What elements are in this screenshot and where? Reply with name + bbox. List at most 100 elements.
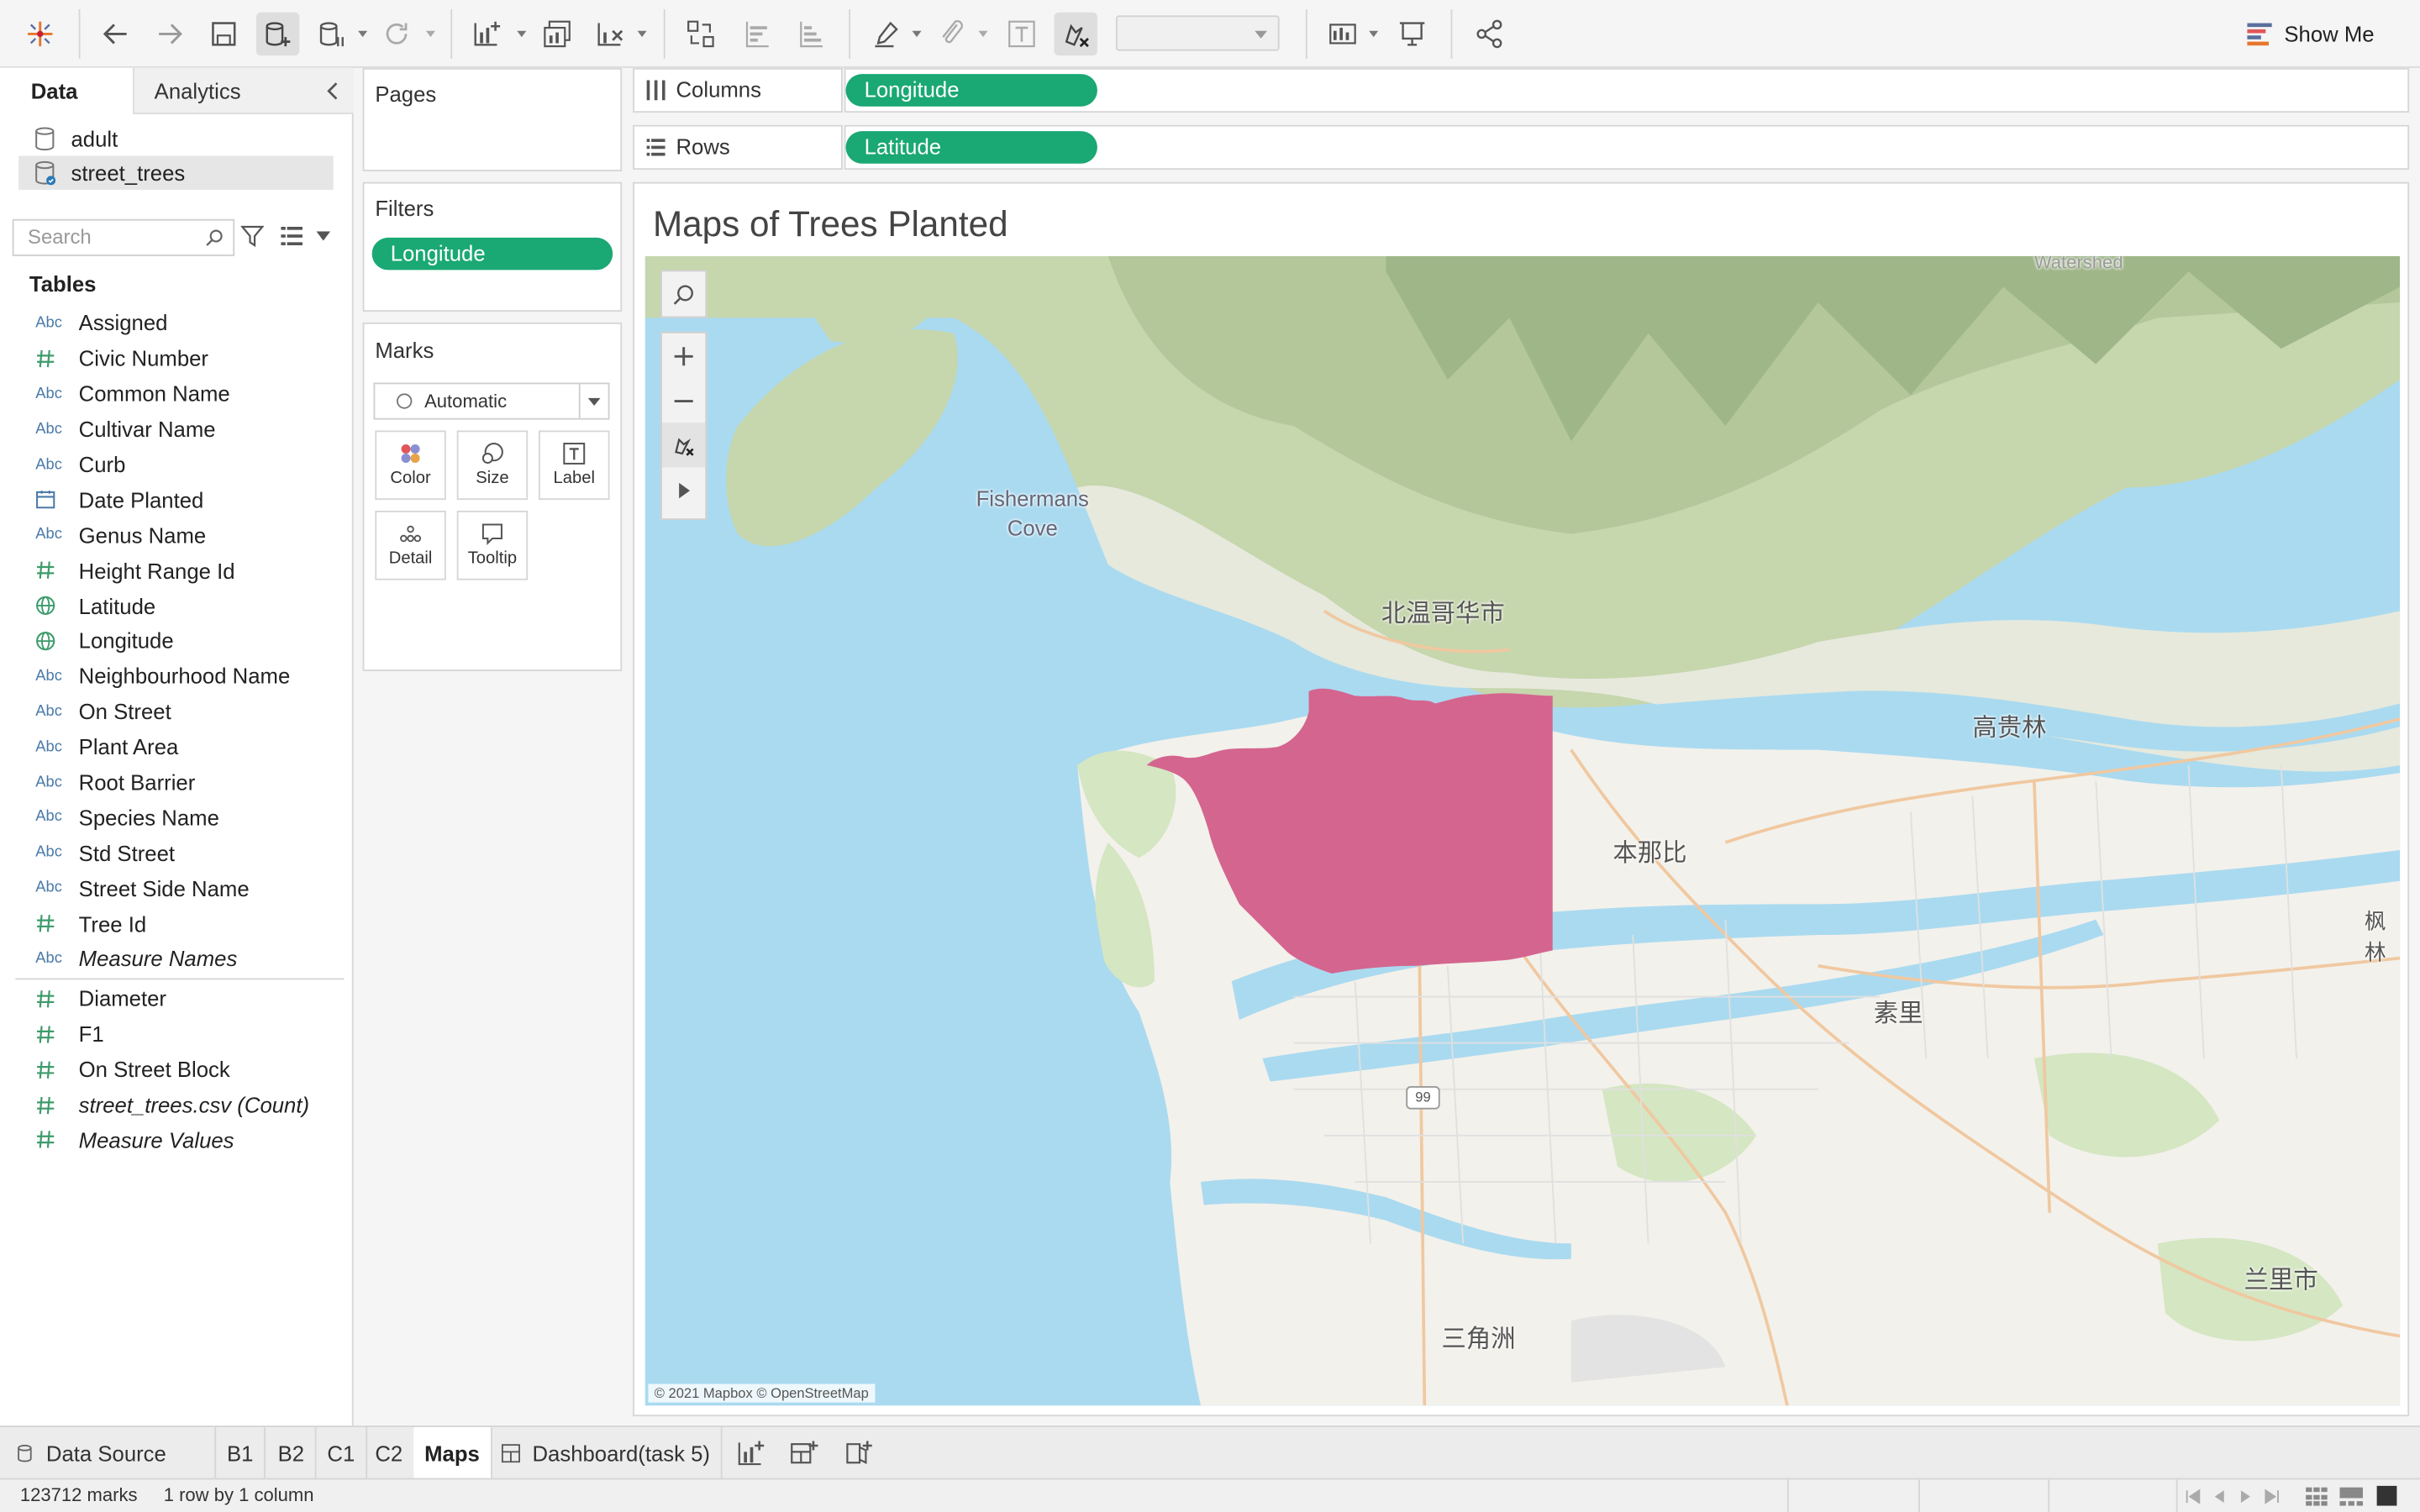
field-street-side-name[interactable]: Abc Street Side Name (0, 870, 354, 906)
map-attribution[interactable]: © 2021 Mapbox © OpenStreetMap (648, 1383, 876, 1403)
undo-icon[interactable] (94, 13, 137, 55)
zoom-out-button[interactable] (662, 378, 705, 423)
presentation-mode-icon[interactable] (1391, 13, 1434, 55)
new-dashboard-icon[interactable] (789, 1438, 820, 1469)
map-search-button[interactable] (662, 271, 705, 316)
share-icon[interactable] (1468, 13, 1511, 55)
new-story-icon[interactable] (843, 1438, 874, 1469)
tab-sheet-maps[interactable]: Maps (413, 1426, 492, 1480)
tab-sheet-b2[interactable]: B2 (267, 1426, 317, 1480)
field-height-range-id[interactable]: Height Range Id (0, 553, 354, 588)
new-worksheet-icon[interactable] (734, 1438, 765, 1469)
first-sheet-icon[interactable] (2186, 1488, 2201, 1504)
tab-analytics[interactable]: Analytics (132, 67, 354, 114)
field-latitude[interactable]: Latitude (0, 588, 354, 623)
view-list-icon[interactable] (281, 227, 304, 246)
color-button[interactable]: Color (375, 430, 446, 501)
field-date-planted[interactable]: Date Planted (0, 482, 354, 517)
show-filmstrip-icon[interactable] (2339, 1487, 2364, 1506)
chevron-down-icon[interactable] (424, 28, 437, 40)
filter-pill-longitude[interactable]: Longitude (371, 237, 613, 270)
columns-drop-zone[interactable]: Longitude (844, 67, 2410, 113)
field-measure-names[interactable]: Abc Measure Names (0, 941, 354, 976)
field-assigned[interactable]: Abc Assigned (0, 306, 354, 341)
expand-toolbar-button[interactable] (662, 468, 705, 512)
field-std-street[interactable]: Abc Std Street (0, 835, 354, 870)
chevron-down-icon[interactable] (316, 231, 331, 243)
reset-map-button[interactable] (661, 423, 706, 468)
new-data-source-icon[interactable] (255, 12, 300, 56)
new-worksheet-icon[interactable] (465, 13, 508, 55)
map-search-control[interactable] (660, 270, 708, 318)
show-sheet-sorter-icon[interactable] (2306, 1487, 2328, 1506)
chevron-down-icon[interactable] (636, 28, 649, 40)
last-sheet-icon[interactable] (2264, 1488, 2279, 1504)
field-neighbourhood-name[interactable]: Abc Neighbourhood Name (0, 659, 354, 694)
search-input[interactable]: Search (12, 218, 235, 256)
zoom-in-button[interactable] (662, 333, 705, 378)
chevron-down-icon[interactable] (1367, 28, 1380, 40)
datasource-adult[interactable]: adult (18, 122, 334, 155)
field-tree-id[interactable]: Tree Id (0, 906, 354, 941)
field-on-street[interactable]: Abc On Street (0, 694, 354, 729)
show-cards-icon[interactable] (1321, 13, 1364, 55)
tab-sheet-c1[interactable]: C1 (317, 1426, 367, 1480)
swap-rows-columns-icon[interactable] (679, 13, 722, 55)
field-on-street-block[interactable]: On Street Block (0, 1052, 354, 1087)
tableau-logo-icon[interactable] (18, 13, 61, 55)
field-species-name[interactable]: Abc Species Name (0, 800, 354, 835)
show-me-button[interactable]: Show Me (2247, 18, 2375, 50)
field-curb[interactable]: Abc Curb (0, 447, 354, 482)
refresh-icon[interactable] (375, 13, 418, 55)
show-tabs-icon[interactable] (2376, 1485, 2397, 1506)
tab-sheet-b1[interactable]: B1 (216, 1426, 266, 1480)
field-root-barrier[interactable]: Abc Root Barrier (0, 764, 354, 800)
chevron-down-icon[interactable] (515, 28, 528, 40)
tab-sheet-c2[interactable]: C2 (364, 1426, 415, 1480)
previous-sheet-icon[interactable] (2212, 1488, 2227, 1504)
sort-ascending-icon[interactable] (734, 13, 777, 55)
sort-descending-icon[interactable] (789, 13, 832, 55)
chevron-down-icon[interactable] (911, 28, 923, 40)
chevron-down-icon[interactable] (356, 28, 369, 40)
field-plant-area[interactable]: Abc Plant Area (0, 729, 354, 764)
duplicate-sheet-icon[interactable] (535, 13, 578, 55)
save-icon[interactable] (203, 13, 245, 55)
field-cultivar-name[interactable]: Abc Cultivar Name (0, 412, 354, 447)
pause-updates-icon[interactable] (310, 13, 353, 55)
group-members-icon[interactable] (931, 13, 974, 55)
chevron-down-icon[interactable] (977, 28, 990, 40)
pages-card[interactable]: Pages (362, 67, 623, 171)
columns-pill-longitude[interactable]: Longitude (845, 74, 1097, 107)
tooltip-button[interactable]: Tooltip (456, 510, 529, 580)
field-f1[interactable]: F1 (0, 1016, 354, 1052)
field-measure-values[interactable]: Measure Values (0, 1122, 354, 1158)
field-genus-name[interactable]: Abc Genus Name (0, 517, 354, 553)
collapse-pane-icon[interactable] (324, 81, 343, 102)
field-street-trees-csv-count[interactable]: street_trees.csv (Count) (0, 1087, 354, 1122)
tab-dashboard-task5[interactable]: Dashboard(task 5) (491, 1426, 723, 1480)
tab-data[interactable]: Data (0, 67, 133, 114)
fix-axes-icon[interactable] (1054, 12, 1097, 56)
view-title[interactable]: Maps of Trees Planted (653, 203, 1008, 245)
clear-sheet-icon[interactable] (588, 13, 631, 55)
map-canvas[interactable]: Watershed Fishermans Cove 北温哥华市 高贵林 本那比 … (644, 255, 2401, 1406)
field-longitude[interactable]: Longitude (0, 623, 354, 659)
rows-drop-zone[interactable]: Latitude (844, 124, 2410, 171)
tab-data-source[interactable]: Data Source (0, 1426, 217, 1480)
field-civic-number[interactable]: Civic Number (0, 341, 354, 376)
field-common-name[interactable]: Abc Common Name (0, 376, 354, 412)
size-button[interactable]: Size (456, 430, 529, 501)
detail-button[interactable]: Detail (375, 510, 446, 580)
label-button[interactable]: Label (539, 430, 610, 501)
mark-type-dropdown[interactable]: Automatic (373, 382, 610, 420)
datasource-street-trees[interactable]: street_trees (18, 155, 334, 190)
show-mark-labels-icon[interactable] (1000, 13, 1043, 55)
fit-dropdown[interactable] (1115, 15, 1280, 51)
filter-icon[interactable] (240, 225, 265, 249)
field-diameter[interactable]: Diameter (0, 981, 354, 1016)
rows-pill-latitude[interactable]: Latitude (845, 131, 1097, 164)
highlight-icon[interactable] (865, 13, 908, 55)
next-sheet-icon[interactable] (2238, 1488, 2253, 1504)
filters-card[interactable]: Filters Longitude (362, 181, 623, 312)
